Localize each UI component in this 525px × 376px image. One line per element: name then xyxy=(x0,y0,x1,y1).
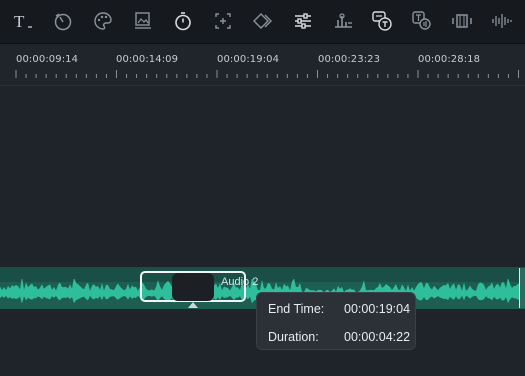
clip-split-icon[interactable] xyxy=(451,10,473,32)
end-time-value: 00:00:19:04 xyxy=(344,302,411,316)
text-to-speech-icon[interactable] xyxy=(411,10,433,32)
ruler-timecode: 00:00:19:04 xyxy=(217,54,280,65)
text-tool-icon[interactable]: T xyxy=(12,10,34,32)
clip-info-tooltip: End Time: 00:00:19:04 Duration: 00:00:04… xyxy=(256,292,416,350)
crop-icon[interactable] xyxy=(212,10,234,32)
timeline-ruler[interactable]: 00:00:09:14 00:00:14:09 00:00:19:04 00:0… xyxy=(0,44,525,86)
audio-mixer-icon[interactable] xyxy=(332,10,354,32)
timeline-editor: T 00:00:09:14 00:00:14:09 00:00:19:04 00… xyxy=(0,0,525,376)
tooltip-duration-row: Duration: 00:00:04:22 xyxy=(268,330,410,344)
adjust-sliders-icon[interactable] xyxy=(292,10,314,32)
end-time-label: End Time: xyxy=(268,302,325,316)
ruler-timecode: 00:00:14:09 xyxy=(116,54,179,65)
duration-value: 00:00:04:22 xyxy=(344,330,411,344)
duration-label: Duration: xyxy=(268,330,319,344)
svg-text:T: T xyxy=(14,12,25,31)
tooltip-end-time-row: End Time: 00:00:19:04 xyxy=(268,302,410,316)
tooltip-pointer xyxy=(188,302,198,308)
ruler-ticks xyxy=(15,70,519,78)
ruler-timecode: 00:00:28:18 xyxy=(418,54,481,65)
keyframe-icon[interactable] xyxy=(252,10,274,32)
speed-icon[interactable] xyxy=(52,10,74,32)
timer-icon[interactable] xyxy=(172,10,194,32)
clip-drag-handle[interactable] xyxy=(172,273,214,301)
speech-to-text-icon[interactable] xyxy=(371,10,393,32)
image-frame-icon[interactable] xyxy=(132,10,154,32)
audio-waveform-icon[interactable] xyxy=(490,10,512,32)
color-palette-icon[interactable] xyxy=(92,10,114,32)
timeline-toolbar: T xyxy=(0,0,525,44)
audio-clip-end-handle[interactable] xyxy=(519,268,525,308)
ruler-timecode: 00:00:09:14 xyxy=(16,54,79,65)
ruler-timecode: 00:00:23:23 xyxy=(318,54,381,65)
